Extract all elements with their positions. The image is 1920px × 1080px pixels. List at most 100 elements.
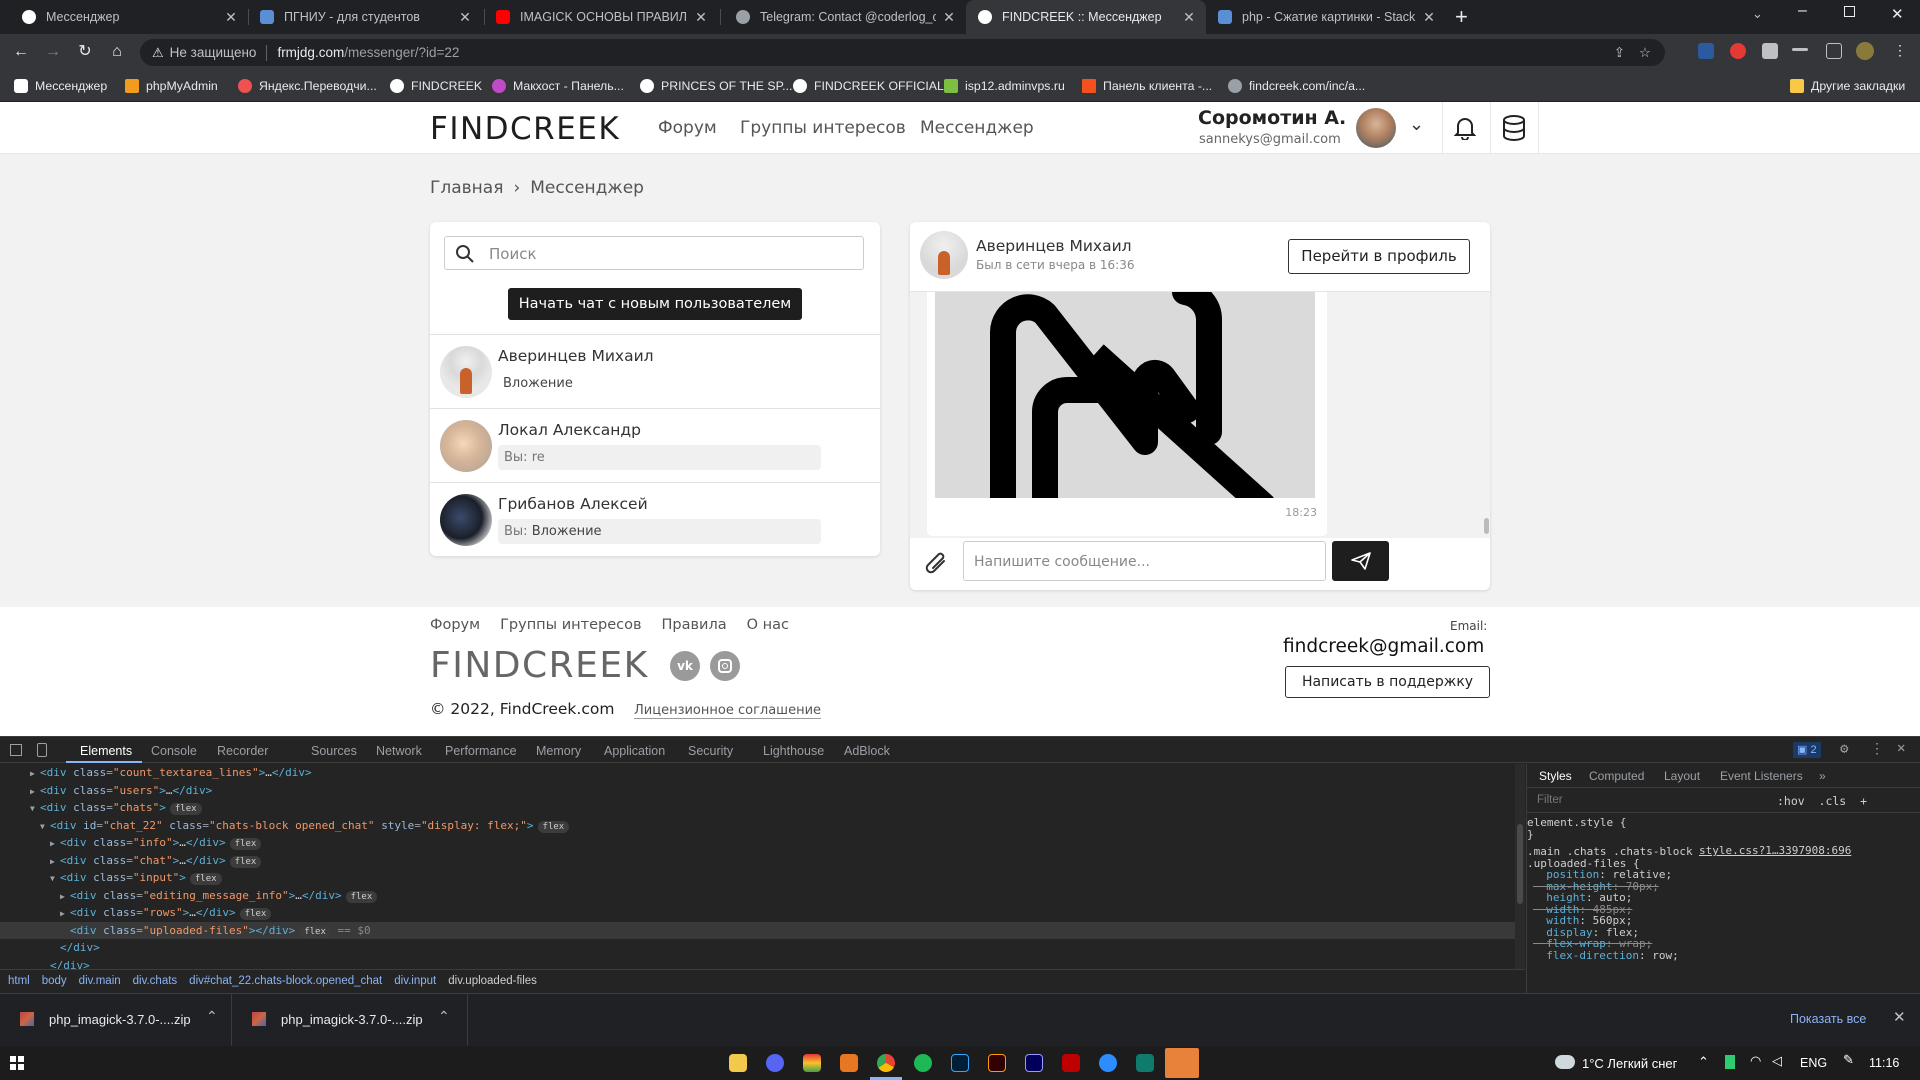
dom-breadcrumb-item[interactable]: div#chat_22.chats-block.opened_chat [189, 975, 382, 987]
footer-logo[interactable]: FINDCREEK [430, 645, 649, 686]
vk-icon[interactable]: vk [670, 651, 700, 681]
dom-breadcrumb-item[interactable]: div.input [394, 975, 436, 987]
side-panel-icon[interactable] [1826, 43, 1842, 59]
show-all-downloads[interactable]: Показать все [1790, 1012, 1866, 1026]
tab-recorder[interactable]: Recorder [217, 744, 268, 758]
download-item[interactable]: php_imagick-3.7.0-....zip ⌃ [232, 994, 468, 1046]
bookmark-item[interactable]: FINDCREEK OFFICIAL [793, 77, 944, 95]
tab-lighthouse[interactable]: Lighthouse [763, 744, 824, 758]
extensions-puzzle-icon[interactable] [1762, 43, 1778, 59]
style-source-link[interactable]: style.css?1…3397908:696 [1699, 844, 1851, 857]
app-icon[interactable] [803, 1054, 821, 1072]
profile-button[interactable]: Перейти в профиль [1288, 239, 1470, 274]
browser-tab[interactable]: Мессенджер ✕ [0, 0, 248, 34]
dom-breadcrumb-item[interactable]: div.main [79, 975, 121, 987]
tab-sources[interactable]: Sources [311, 744, 357, 758]
minimize-icon[interactable]: – [1798, 2, 1807, 20]
zoom-icon[interactable] [1099, 1054, 1117, 1072]
chevron-up-icon[interactable]: ⌃ [206, 1008, 218, 1025]
close-tab-icon[interactable]: ✕ [1182, 9, 1196, 26]
new-tab-button[interactable]: + [1455, 4, 1468, 30]
device-toolbar-icon[interactable] [37, 743, 47, 757]
license-link[interactable]: Лицензионное соглашение [634, 703, 822, 719]
paperclip-icon[interactable] [924, 549, 950, 579]
chevron-up-icon[interactable]: ⌃ [438, 1008, 450, 1025]
issues-badge[interactable]: ▣ 2 [1793, 742, 1821, 758]
bookmark-star-icon[interactable]: ☆ [1639, 45, 1651, 61]
chat-list-item[interactable]: Грибанов Алексей Вы: Вложение [430, 482, 880, 556]
support-button[interactable]: Написать в поддержку [1285, 666, 1490, 698]
bookmark-item[interactable]: Мессенджер [14, 77, 107, 95]
tab-computed[interactable]: Computed [1589, 769, 1644, 783]
bookmark-item[interactable]: isp12.adminvps.ru [944, 77, 1065, 95]
dom-tree-line[interactable]: ▶ <div class="users">…</div> [0, 782, 1515, 800]
clock[interactable]: 11:16 [1869, 1056, 1899, 1070]
tab-layout[interactable]: Layout [1664, 769, 1700, 783]
styles-filter-tools[interactable]: :hov .cls + [1777, 794, 1867, 808]
dom-breadcrumb-item[interactable]: body [42, 975, 67, 987]
settings-gear-icon[interactable]: ⚙ [1840, 741, 1848, 757]
scrollbar-thumb[interactable] [1484, 518, 1489, 534]
bookmark-item[interactable]: Макхост - Панель... [492, 77, 624, 95]
tab-network[interactable]: Network [376, 744, 422, 758]
filezilla-icon[interactable] [1062, 1054, 1080, 1072]
illustrator-icon[interactable] [988, 1054, 1006, 1072]
share-icon[interactable]: ⇪ [1614, 45, 1625, 61]
chat-contact-name[interactable]: Аверинцев Михаил [976, 237, 1132, 255]
close-devtools-icon[interactable]: ✕ [1897, 740, 1905, 756]
tab-security[interactable]: Security [688, 744, 733, 758]
volume-icon[interactable]: ◁ [1772, 1053, 1782, 1069]
close-tab-icon[interactable]: ✕ [694, 9, 708, 26]
tab-memory[interactable]: Memory [536, 744, 581, 758]
nav-groups[interactable]: Группы интересов [740, 118, 906, 138]
search-field[interactable]: Поиск [444, 236, 864, 270]
dom-tree-line[interactable]: </div> [0, 957, 1515, 970]
dom-breadcrumb-item[interactable]: div.uploaded-files [448, 975, 537, 987]
inspect-element-icon[interactable] [10, 744, 22, 756]
dom-tree-line[interactable]: ▶ <div class="editing_message_info">…</di… [0, 887, 1515, 905]
bookmark-item[interactable]: findcreek.com/inc/a... [1228, 77, 1365, 95]
dom-tree-line[interactable]: ▼ <div class="input"> flex [0, 869, 1515, 887]
close-window-icon[interactable]: ✕ [1891, 5, 1904, 23]
close-tab-icon[interactable]: ✕ [1422, 9, 1436, 26]
download-item[interactable]: php_imagick-3.7.0-....zip ⌃ [0, 994, 232, 1046]
premiere-icon[interactable] [1025, 1054, 1043, 1072]
search-input[interactable]: Поиск [489, 245, 537, 263]
browser-tab[interactable]: ПГНИУ - для студентов ✕ [250, 0, 482, 34]
back-icon[interactable]: ← [10, 41, 32, 63]
avatar[interactable] [920, 231, 968, 279]
address-bar[interactable]: ⚠ Не защищено frmjdg.com /messenger/?id=… [140, 39, 1665, 66]
windows-start-icon[interactable] [10, 1056, 24, 1070]
discord-icon[interactable] [766, 1054, 784, 1072]
close-tab-icon[interactable]: ✕ [224, 9, 238, 26]
tab-adblock[interactable]: AdBlock [844, 744, 890, 758]
tab-console[interactable]: Console [151, 744, 197, 758]
bookmark-item[interactable]: Яндекс.Переводчи... [238, 77, 377, 95]
bookmark-item[interactable]: Панель клиента -... [1082, 77, 1212, 95]
dom-scrollbar[interactable] [1515, 764, 1525, 969]
bookmark-item[interactable]: FINDCREEK [390, 77, 482, 95]
breadcrumb-home[interactable]: Главная [430, 178, 503, 198]
nav-forum[interactable]: Форум [658, 118, 717, 138]
other-bookmarks[interactable]: Другие закладки [1790, 77, 1905, 95]
tab-search-icon[interactable]: ⌄ [1752, 6, 1763, 22]
tab-styles[interactable]: Styles [1539, 769, 1572, 783]
dom-tree-line[interactable]: </div> [0, 939, 1515, 957]
browser-tab-active[interactable]: FINDCREEK :: Мессенджер ✕ [966, 0, 1206, 34]
forward-icon[interactable]: → [42, 41, 64, 63]
chevron-down-icon[interactable]: ⌄ [1409, 114, 1424, 135]
close-tab-icon[interactable]: ✕ [942, 9, 956, 26]
site-logo[interactable]: FINDCREEK [430, 111, 620, 147]
spotify-icon[interactable] [914, 1054, 932, 1072]
chat-list-item[interactable]: Аверинцев Михаил Вложение [430, 334, 880, 408]
weather-text[interactable]: 1°C Легкий снег [1582, 1056, 1677, 1071]
close-downloads-icon[interactable]: ✕ [1893, 1008, 1906, 1026]
styles-filter-input[interactable]: Filter [1537, 794, 1563, 806]
bookmark-item[interactable]: phpMyAdmin [125, 77, 218, 95]
tab-event-listeners[interactable]: Event Listeners [1720, 769, 1803, 783]
photoshop-icon[interactable] [951, 1054, 969, 1072]
home-icon[interactable]: ⌂ [106, 41, 128, 63]
maximize-icon[interactable] [1844, 6, 1855, 17]
wifi-icon[interactable]: ◠ [1750, 1053, 1761, 1069]
style-rule-line[interactable]: flex-direction: row; [1533, 949, 1678, 963]
